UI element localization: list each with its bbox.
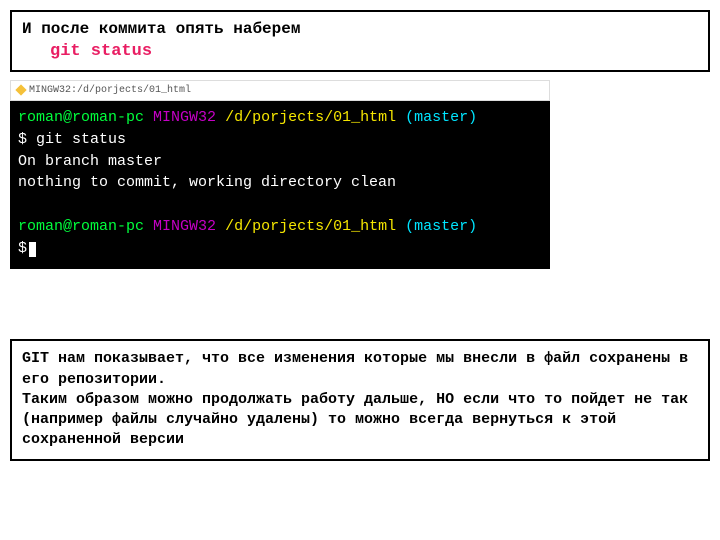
prompt-line-2: roman@roman-pc MINGW32 /d/porjects/01_ht… bbox=[18, 216, 542, 238]
prompt-branch: (master) bbox=[405, 109, 477, 126]
prompt-path: /d/porjects/01_html bbox=[225, 109, 396, 126]
instruction-box: И после коммита опять наберем git status bbox=[10, 10, 710, 72]
blank-line bbox=[18, 194, 542, 216]
output-line-2: nothing to commit, working directory cle… bbox=[18, 172, 542, 194]
explanation-p1: GIT нам показывает, что все изменения ко… bbox=[22, 349, 698, 390]
dollar-sign: $ bbox=[18, 240, 27, 257]
prompt-user: roman@roman-pc bbox=[18, 109, 144, 126]
prompt-branch: (master) bbox=[405, 218, 477, 235]
terminal-icon bbox=[15, 84, 26, 95]
prompt-path: /d/porjects/01_html bbox=[225, 218, 396, 235]
explanation-p2: Таким образом можно продолжать работу да… bbox=[22, 390, 698, 451]
titlebar-text: MINGW32:/d/porjects/01_html bbox=[29, 85, 191, 96]
prompt-host: MINGW32 bbox=[153, 109, 216, 126]
terminal-titlebar: MINGW32:/d/porjects/01_html bbox=[10, 80, 550, 101]
prompt-host: MINGW32 bbox=[153, 218, 216, 235]
output-line-1: On branch master bbox=[18, 151, 542, 173]
instruction-text: И после коммита опять наберем bbox=[22, 18, 698, 40]
command-text: git status bbox=[36, 131, 126, 148]
command-line-2: $ bbox=[18, 238, 542, 260]
instruction-command: git status bbox=[22, 40, 698, 64]
explanation-box: GIT нам показывает, что все изменения ко… bbox=[10, 339, 710, 460]
prompt-line-1: roman@roman-pc MINGW32 /d/porjects/01_ht… bbox=[18, 107, 542, 129]
cursor-icon bbox=[29, 242, 36, 257]
dollar-sign: $ bbox=[18, 131, 27, 148]
prompt-user: roman@roman-pc bbox=[18, 218, 144, 235]
command-line-1: $ git status bbox=[18, 129, 542, 151]
terminal-output: roman@roman-pc MINGW32 /d/porjects/01_ht… bbox=[10, 101, 550, 269]
